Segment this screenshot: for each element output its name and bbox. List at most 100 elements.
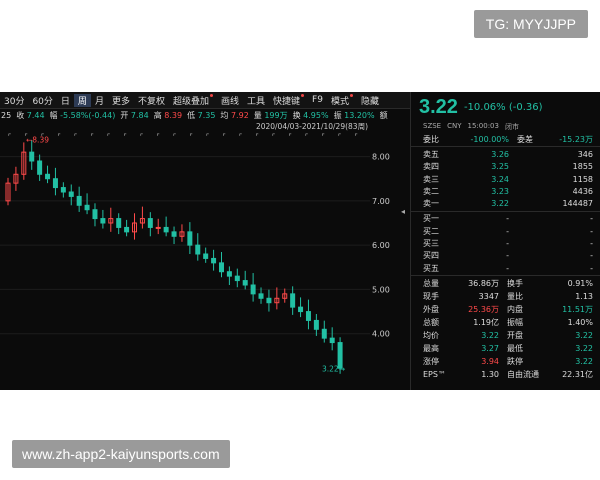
candle[interactable] (116, 218, 122, 228)
candle[interactable] (45, 173, 51, 180)
stat-3: 开 7.84 (120, 111, 149, 120)
candle[interactable] (37, 160, 43, 175)
tab-7[interactable]: 超级叠加 (169, 93, 217, 107)
candle[interactable] (298, 306, 304, 313)
stock-app-window: 30分 60分日周月更多 不复权 超级叠加 画线 工具 快捷键 F9 模式 隐藏 25 收 7.44… (0, 92, 600, 390)
tab-13[interactable]: 隐藏 (357, 94, 383, 107)
collapse-arrow-icon[interactable]: ◂ (401, 207, 405, 216)
tab-1[interactable]: 60分 (28, 94, 56, 107)
weibi-row: 委比 -100.00% 委差 -15.23万 (411, 133, 600, 145)
buys-row: 买二 - - (411, 225, 600, 237)
weibi-label: 委比 (423, 134, 439, 144)
candle[interactable] (258, 293, 264, 299)
period-marker: ⌜ (107, 133, 110, 141)
candle[interactable] (329, 337, 335, 344)
sells-row: 卖四 3.25 1855 (411, 161, 600, 173)
candle[interactable] (305, 311, 311, 321)
candle[interactable] (163, 226, 169, 233)
period-marker: ⌜ (74, 133, 77, 141)
sells-row: 卖一 3.22 144487 (411, 197, 600, 209)
candle[interactable] (203, 253, 209, 259)
period-marker: ⌜ (305, 133, 308, 141)
candle[interactable] (147, 218, 153, 228)
book-volume: 4436 (572, 186, 593, 196)
tab-6[interactable]: 不复权 (134, 94, 169, 107)
book-label: 买三 (423, 239, 439, 249)
candle[interactable] (60, 187, 66, 193)
period-marker: ⌜ (272, 133, 275, 141)
candle[interactable] (76, 195, 82, 206)
candle[interactable] (250, 284, 256, 295)
candle[interactable] (84, 204, 90, 211)
period-marker: ⌜ (8, 133, 11, 141)
tab-11[interactable]: F9 (308, 95, 327, 105)
tab-3[interactable]: 周 (73, 93, 91, 107)
candle[interactable] (187, 231, 193, 246)
period-marker: ⌜ (322, 133, 325, 141)
book-price: - (506, 226, 509, 236)
candle[interactable] (52, 178, 58, 189)
book-label: 买一 (423, 214, 439, 224)
tab-8[interactable]: 画线 (217, 94, 243, 107)
period-marker: ⌜ (173, 133, 176, 141)
stat-value: 36.86万 (468, 279, 499, 289)
candle[interactable] (321, 328, 327, 339)
bid-book: 买一 - - 买二 - - 买三 - - 买四 - - 买五 - - (411, 213, 600, 274)
y-tick-label: 7.00 (372, 197, 390, 206)
book-price: 3.26 (491, 149, 509, 159)
tab-10[interactable]: 快捷键 (269, 93, 308, 107)
quote-time: 15:00:03 (467, 122, 499, 130)
book-label: 买四 (423, 251, 439, 261)
candle[interactable] (266, 297, 272, 304)
stat-row: 最高 3.27 最低 3.22 (411, 342, 600, 355)
book-price: 3.22 (491, 199, 509, 209)
book-volume: 1158 (572, 174, 593, 184)
tab-2[interactable]: 日 (57, 94, 74, 107)
tab-0[interactable]: 30分 (0, 94, 28, 107)
candle[interactable] (29, 151, 35, 162)
y-tick-label: 6.00 (372, 241, 390, 250)
tab-12[interactable]: 模式 (327, 93, 357, 107)
stat-label: 内盘 (507, 305, 523, 315)
book-volume: 144487 (562, 199, 593, 209)
stat-value: 3.94 (481, 357, 499, 367)
stat-label: 自由流通 (507, 370, 539, 380)
weicha-value: -15.23万 (559, 134, 593, 144)
kline-svg[interactable]: 8.00 7.00 6.00 5.00 4.00 2020/04/03-2021/10/2… (0, 122, 410, 390)
candle[interactable] (313, 319, 319, 330)
book-label: 卖四 (423, 162, 439, 172)
buys-row: 买一 - - (411, 213, 600, 225)
book-label: 买二 (423, 226, 439, 236)
candle[interactable] (92, 209, 98, 220)
period-marker: ⌜ (124, 133, 127, 141)
candle[interactable] (226, 271, 232, 277)
period-marker: ⌜ (223, 133, 226, 141)
period-marker: ⌜ (58, 133, 61, 141)
book-volume: - (590, 226, 593, 236)
stat-value: 1.30 (481, 370, 499, 380)
kline-chart[interactable]: 8.00 7.00 6.00 5.00 4.00 2020/04/03-2021/10/2… (0, 122, 410, 390)
stat-value: 3.27 (481, 344, 499, 354)
tab-9[interactable]: 工具 (243, 94, 269, 107)
candle[interactable] (290, 293, 296, 308)
candle[interactable] (218, 262, 224, 273)
candle[interactable] (124, 226, 130, 233)
candle[interactable] (234, 275, 240, 282)
tab-4[interactable]: 月 (91, 94, 108, 107)
stat-value: 1.19亿 (473, 318, 499, 328)
stat-5: 低 7.35 (187, 111, 216, 120)
book-price: 3.24 (491, 174, 509, 184)
candle[interactable] (195, 244, 201, 255)
candle[interactable] (171, 231, 177, 237)
currency: CNY (447, 122, 462, 130)
candle[interactable] (242, 280, 248, 286)
stat-10: 额 (379, 111, 388, 120)
price-change: -10.06% (-0.36) (463, 101, 543, 113)
candle[interactable] (211, 257, 217, 264)
candle[interactable] (100, 218, 106, 224)
period-marker: ⌜ (256, 133, 259, 141)
stat-value: 3.22 (481, 331, 499, 341)
candle[interactable] (68, 191, 74, 197)
candle[interactable] (155, 226, 161, 229)
tab-5[interactable]: 更多 (108, 94, 134, 107)
